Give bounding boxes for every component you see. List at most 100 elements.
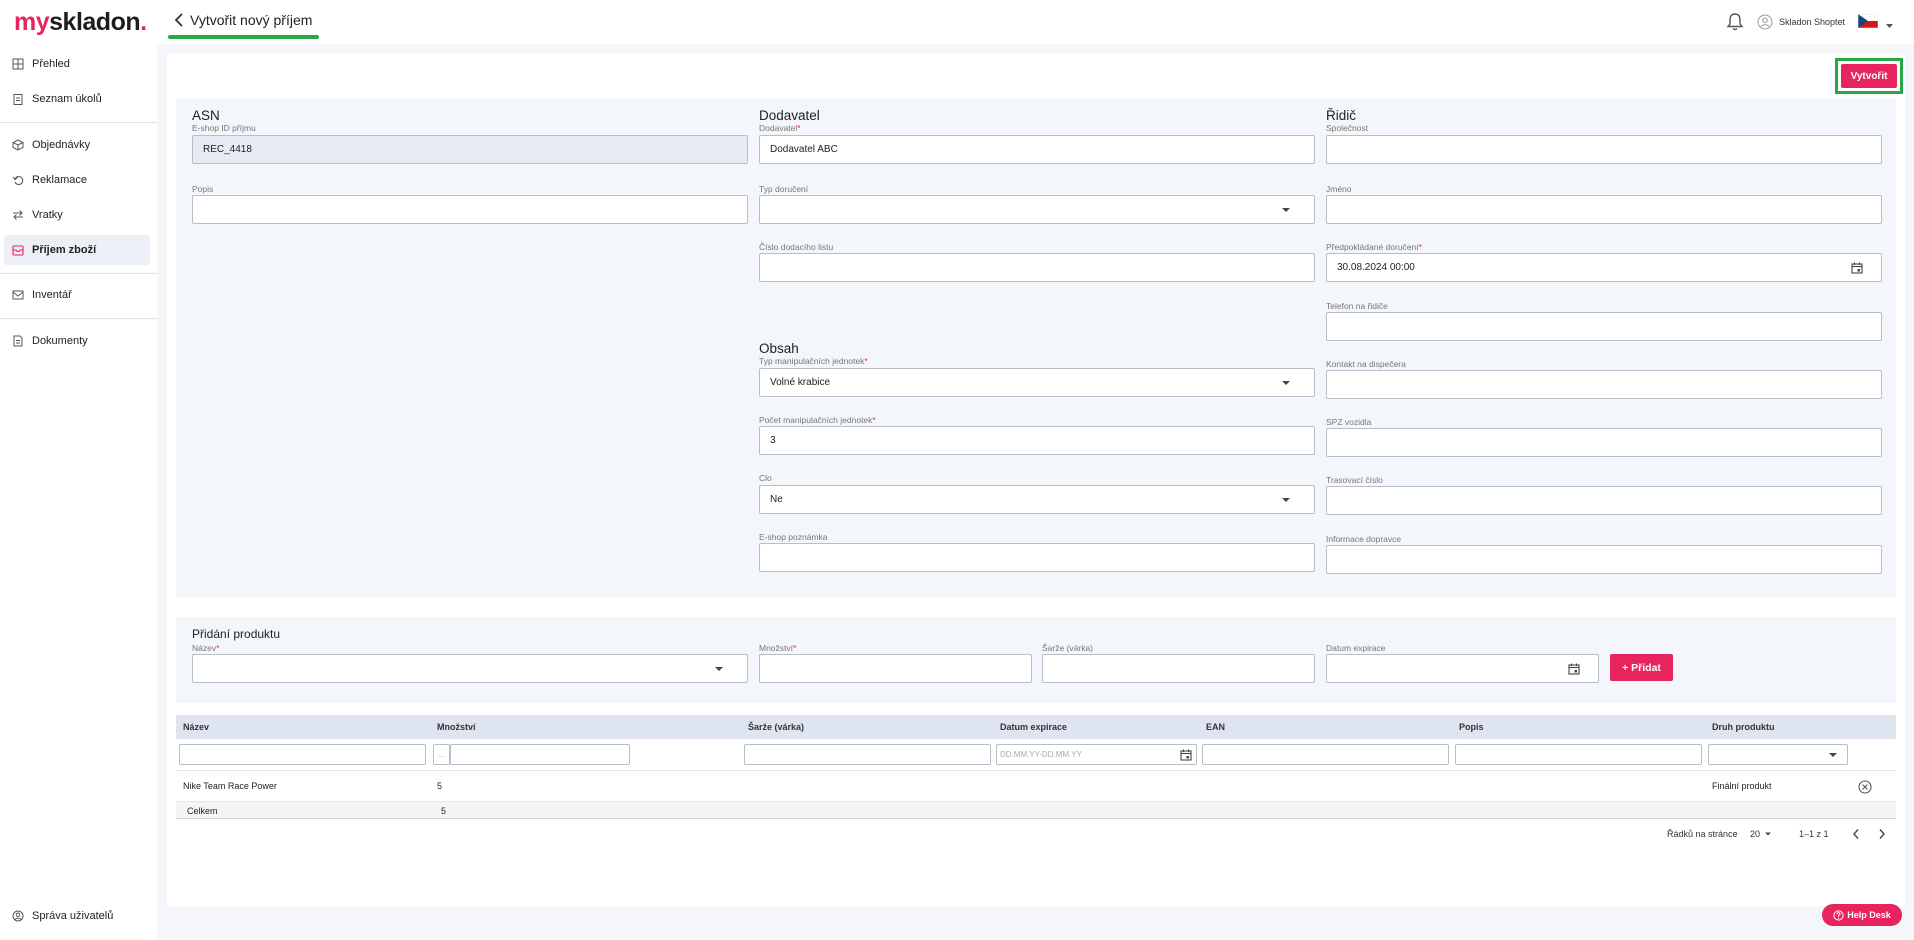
batch-field[interactable]: [1042, 654, 1315, 683]
user-menu[interactable]: Skladon Shoptet: [1757, 12, 1845, 32]
sidebar-item-seznam-ukolu[interactable]: Seznam úkolů: [4, 84, 150, 114]
column-header-nazev[interactable]: Název: [183, 722, 209, 732]
popis-field[interactable]: [192, 195, 748, 224]
column-header-popis[interactable]: Popis: [1459, 722, 1484, 732]
eshop-poznamka-field[interactable]: [759, 543, 1315, 572]
expiration-field[interactable]: [1326, 654, 1599, 683]
product-name-select[interactable]: [192, 654, 748, 683]
kontakt-field[interactable]: [1326, 370, 1882, 399]
sidebar-item-vratky[interactable]: Vratky: [4, 200, 150, 230]
grid-icon: [12, 58, 24, 70]
main-content: Vytvořit ASN E-shop ID příjmu REC_4418 P…: [167, 54, 1905, 906]
predpokladane-doruceni-field[interactable]: 30.08.2024 00:00: [1326, 253, 1882, 282]
informace-label: Informace dopravce: [1326, 534, 1402, 544]
filter-datum-expirace[interactable]: DD.MM.YY-DD.MM.YY: [996, 744, 1197, 765]
obsah-section-title: Obsah: [759, 341, 799, 356]
logo-skladon: skladon: [49, 8, 141, 36]
clo-value: Ne: [770, 494, 783, 505]
column-header-sarze[interactable]: Šarže (várka): [748, 722, 804, 732]
predpokladane-label-text: Předpokládané doručení: [1326, 242, 1419, 252]
next-page-icon[interactable]: [1877, 828, 1887, 840]
sidebar-item-label: Objednávky: [32, 139, 91, 151]
users-icon: [12, 910, 24, 922]
spolecnost-field[interactable]: [1326, 135, 1882, 164]
sidebar-item-prijem-zbozi[interactable]: Příjem zboží: [4, 235, 150, 265]
column-header-mnozstvi[interactable]: Množství: [437, 722, 476, 732]
typ-jednotek-value: Volné krabice: [770, 377, 831, 388]
filter-ean[interactable]: [1202, 744, 1449, 765]
help-desk-button[interactable]: Help Desk: [1822, 904, 1902, 926]
prev-page-icon[interactable]: [1851, 828, 1861, 840]
table-row[interactable]: Nike Team Race Power 5 Finální produkt: [176, 771, 1896, 802]
sidebar: Přehled Seznam úkolů Objednávky Reklamac…: [0, 44, 157, 940]
add-product-panel: Přidání produktu Název* Množství* Šarže …: [176, 617, 1896, 703]
spz-field[interactable]: [1326, 428, 1882, 457]
informace-field[interactable]: [1326, 545, 1882, 574]
table-filter-row: ... DD.MM.YY-DD.MM.YY: [176, 739, 1896, 771]
sidebar-item-sprava-uzivatelu[interactable]: Správa uživatelů: [4, 901, 150, 931]
page-title: Vytvořit nový příjem: [190, 12, 313, 28]
czech-flag-icon[interactable]: [1857, 13, 1879, 29]
dodavatel-section-title: Dodavatel: [759, 108, 820, 123]
jmeno-field[interactable]: [1326, 195, 1882, 224]
typ-jednotek-select[interactable]: Volné krabice: [759, 368, 1315, 397]
sidebar-item-reklamace[interactable]: Reklamace: [4, 165, 150, 195]
pocet-jednotek-field[interactable]: 3: [759, 426, 1315, 455]
spolecnost-label: Společnost: [1326, 123, 1369, 133]
rows-per-page-select[interactable]: 20: [1750, 829, 1772, 839]
spz-label: SPZ vozidla: [1326, 417, 1372, 427]
cislo-listu-field[interactable]: [759, 253, 1315, 282]
user-name: Skladon Shoptet: [1779, 17, 1846, 27]
sarze-label: Šarže (várka): [1042, 643, 1094, 653]
eshop-id-label: E-shop ID příjmu: [192, 123, 256, 133]
add-product-button[interactable]: + Přidat: [1610, 654, 1673, 681]
cell-druh-produktu: Finální produkt: [1712, 781, 1772, 791]
predpokladane-value: 30.08.2024 00:00: [1337, 262, 1415, 273]
column-header-datum-expirace[interactable]: Datum expirace: [1000, 722, 1067, 732]
sidebar-item-prehled[interactable]: Přehled: [4, 49, 150, 79]
filter-mnozstvi-prefix[interactable]: ...: [433, 744, 450, 765]
app-root: myskladon. Vytvořit nový příjem Skladon …: [0, 0, 1914, 940]
create-button[interactable]: Vytvořit: [1841, 64, 1897, 88]
filter-nazev[interactable]: [179, 744, 426, 765]
eshop-id-field[interactable]: REC_4418: [192, 135, 748, 164]
pocet-jednotek-value: 3: [770, 435, 776, 446]
typ-jednotek-label-text: Typ manipulačních jednotek: [759, 356, 865, 366]
calendar-icon[interactable]: [1851, 262, 1863, 274]
expirace-label: Datum expirace: [1326, 643, 1386, 653]
telefon-field[interactable]: [1326, 312, 1882, 341]
back-chevron-icon[interactable]: [172, 11, 186, 29]
filter-mnozstvi[interactable]: [450, 744, 630, 765]
column-header-ean[interactable]: EAN: [1206, 722, 1225, 732]
sidebar-divider: [0, 318, 157, 319]
language-caret-icon[interactable]: [1885, 17, 1894, 28]
cislo-listu-label: Číslo dodacího listu: [759, 242, 834, 252]
trasovaci-field[interactable]: [1326, 486, 1882, 515]
document-icon: [13, 335, 23, 347]
sidebar-item-label: Přehled: [32, 58, 70, 70]
help-icon: [1833, 909, 1844, 921]
sidebar-item-dokumenty[interactable]: Dokumenty: [4, 326, 150, 356]
remove-row-icon[interactable]: [1858, 780, 1872, 794]
dodavatel-field[interactable]: Dodavatel ABC: [759, 135, 1315, 164]
filter-druh-produktu[interactable]: [1708, 744, 1848, 765]
calendar-icon[interactable]: [1180, 749, 1192, 761]
filter-sarze[interactable]: [744, 744, 991, 765]
column-header-druh-produktu[interactable]: Druh produktu: [1712, 722, 1775, 732]
sidebar-divider: [0, 122, 157, 123]
chevron-down-icon: [1282, 208, 1290, 212]
typ-doruceni-select[interactable]: [759, 195, 1315, 224]
bell-icon[interactable]: [1726, 12, 1744, 32]
clo-select[interactable]: Ne: [759, 485, 1315, 514]
brand-logo[interactable]: myskladon.: [14, 8, 147, 37]
nazev-label-text: Název: [192, 643, 217, 653]
filter-popis[interactable]: [1455, 744, 1702, 765]
date-filter-placeholder: DD.MM.YY-DD.MM.YY: [1000, 750, 1082, 759]
sidebar-item-inventar[interactable]: Inventář: [4, 280, 150, 310]
total-label: Celkem: [187, 806, 218, 816]
quantity-field[interactable]: [759, 654, 1032, 683]
sidebar-item-objednavky[interactable]: Objednávky: [4, 130, 150, 160]
clipboard-icon: [13, 94, 23, 105]
dodavatel-label-text: Dodavatel: [759, 123, 798, 133]
calendar-icon[interactable]: [1568, 663, 1580, 675]
